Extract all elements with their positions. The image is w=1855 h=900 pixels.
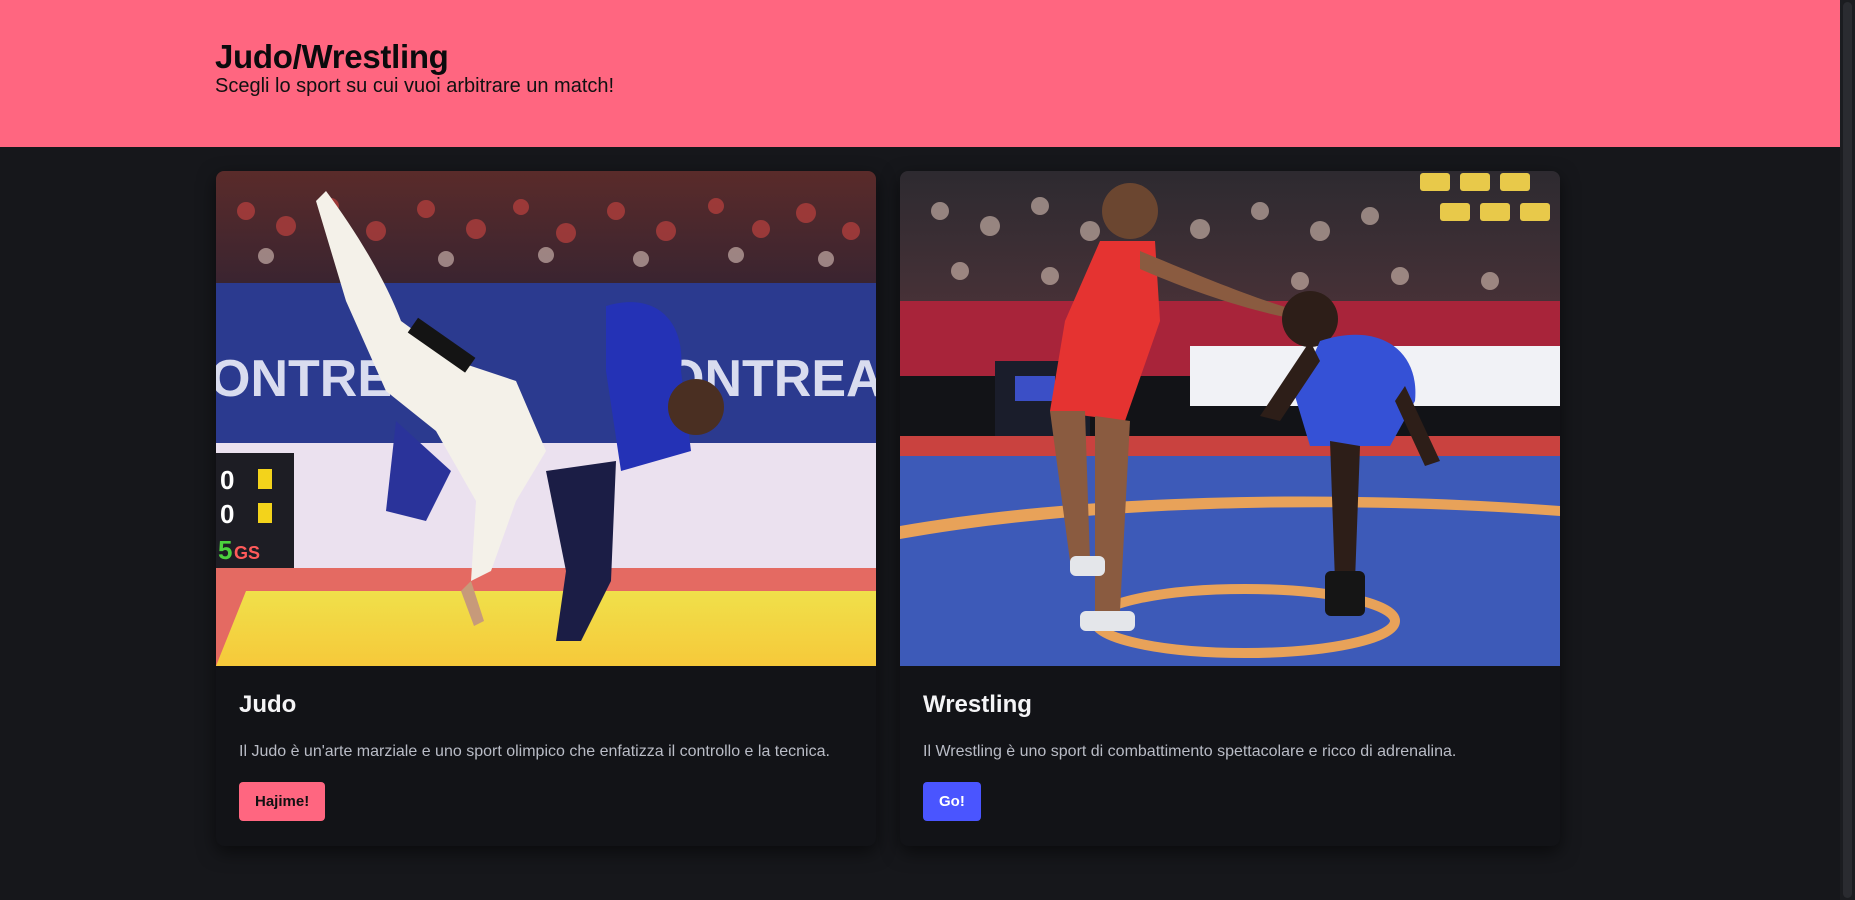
- wrestling-card-description: Il Wrestling è uno sport di combattiment…: [923, 743, 1457, 760]
- judo-start-button[interactable]: Hajime!: [239, 782, 326, 821]
- scrollbar-thumb[interactable]: [1843, 2, 1852, 898]
- vertical-scrollbar[interactable]: [1840, 0, 1855, 900]
- judo-card: ONTREAL ONTREAL 0 0 5 GS Judo Il Judo è …: [216, 171, 876, 846]
- wrestling-card-title: Wrestling: [923, 691, 1032, 718]
- wrestling-start-button[interactable]: Go!: [923, 782, 981, 821]
- page-title: Judo/Wrestling: [215, 38, 449, 75]
- judo-card-description: Il Judo è un'arte marziale e uno sport o…: [239, 743, 830, 760]
- judo-score-1: 0: [220, 465, 234, 495]
- page-header: Judo/Wrestling Scegli lo sport su cui vu…: [0, 0, 1840, 147]
- wrestling-card: Wrestling Il Wrestling è uno sport di co…: [900, 171, 1560, 846]
- judo-card-title: Judo: [239, 691, 297, 718]
- judo-score-3: 5: [218, 535, 232, 565]
- judo-score-2: 0: [220, 499, 234, 529]
- page-subtitle: Scegli lo sport su cui vuoi arbitrare un…: [215, 75, 615, 97]
- wrestling-image: [900, 171, 1560, 666]
- judo-image: ONTREAL ONTREAL 0 0 5 GS: [216, 171, 876, 666]
- judo-score-gs: GS: [234, 543, 260, 563]
